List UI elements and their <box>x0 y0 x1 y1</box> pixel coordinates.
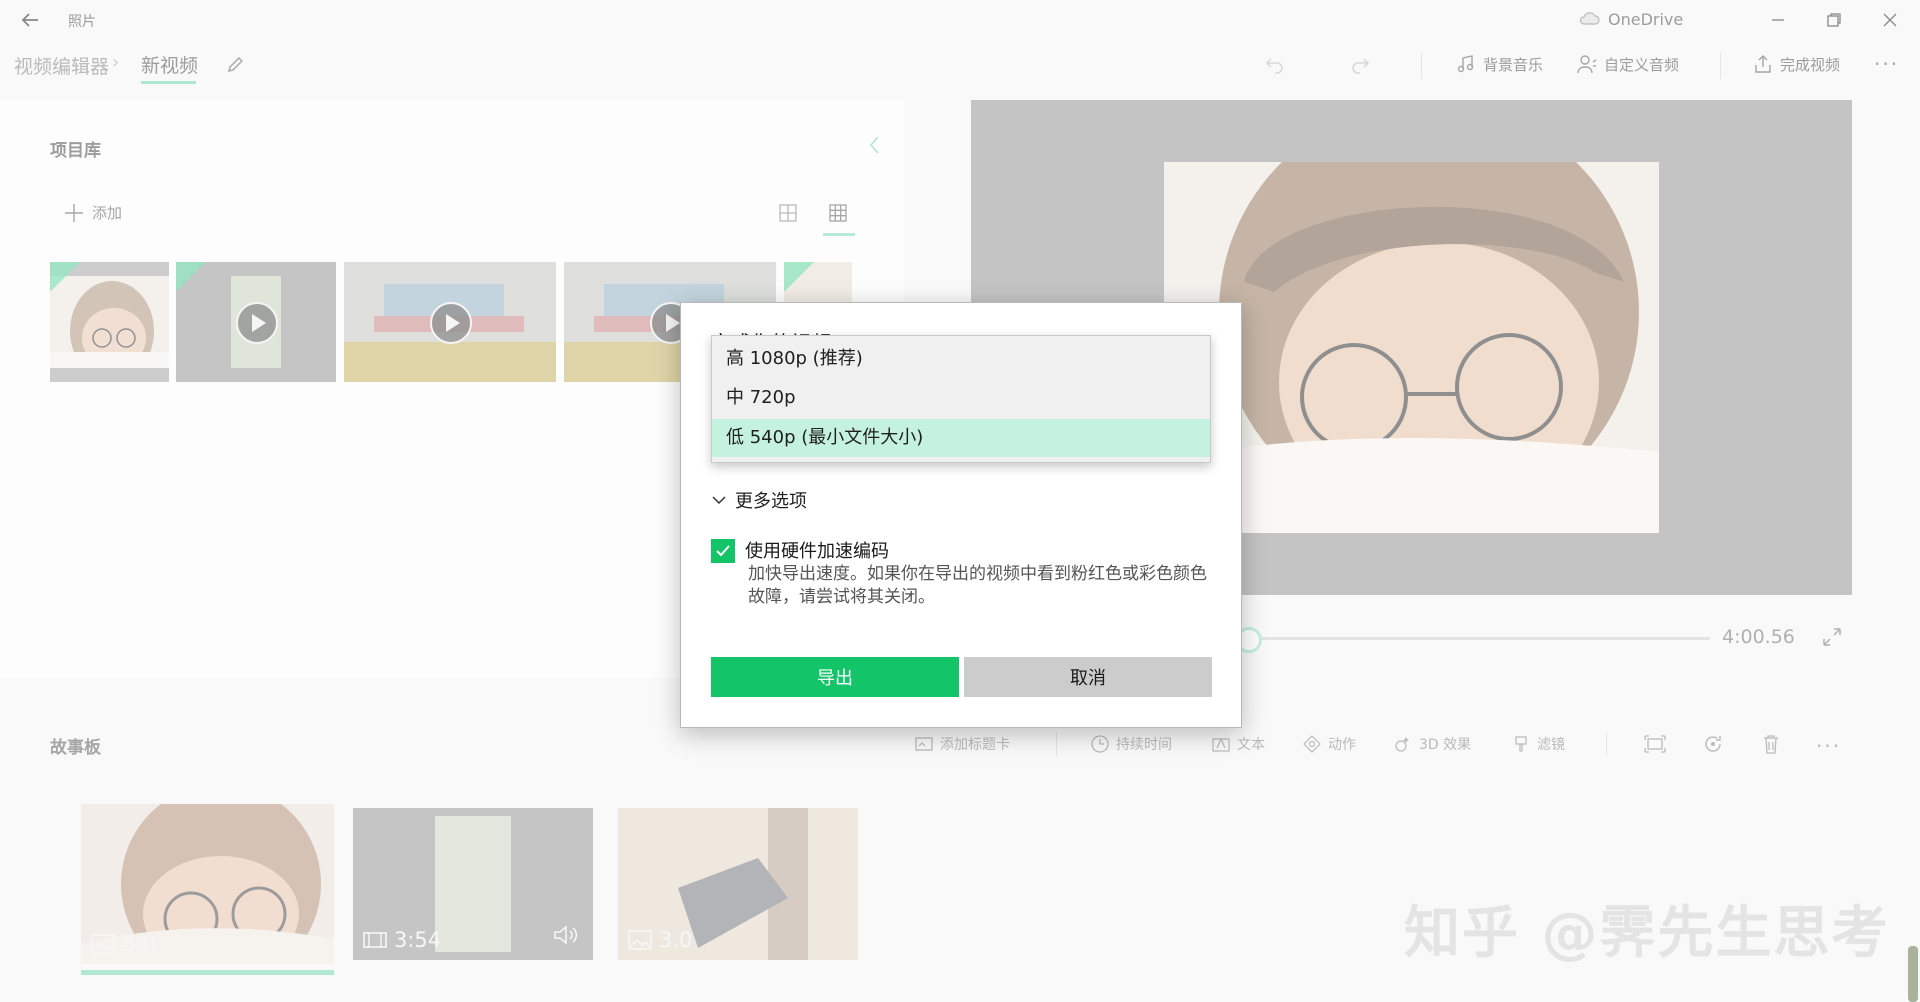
export-button[interactable]: 导出 <box>711 657 959 697</box>
more-options-label: 更多选项 <box>735 491 807 512</box>
quality-option-1080p[interactable]: 高 1080p (推荐) <box>712 340 1210 378</box>
hardware-accel-label[interactable]: 使用硬件加速编码 <box>745 537 889 563</box>
hardware-accel-checkbox[interactable] <box>711 539 735 563</box>
hardware-accel-description: 加快导出速度。如果你在导出的视频中看到粉红色或彩色颜色故障，请尝试将其关闭。 <box>748 564 1207 607</box>
finish-video-dialog: 完成你的视频 高 1080p (推荐) 中 720p 低 540p (最小文件大… <box>680 302 1242 728</box>
more-options-toggle[interactable]: 更多选项 <box>711 487 807 513</box>
checkmark-icon <box>716 545 730 557</box>
quality-option-720p[interactable]: 中 720p <box>712 379 1210 417</box>
chevron-down-icon <box>712 496 726 505</box>
video-quality-dropdown[interactable]: 高 1080p (推荐) 中 720p 低 540p (最小文件大小) <box>711 335 1211 463</box>
quality-option-540p[interactable]: 低 540p (最小文件大小) <box>712 419 1210 457</box>
cancel-button[interactable]: 取消 <box>964 657 1212 697</box>
